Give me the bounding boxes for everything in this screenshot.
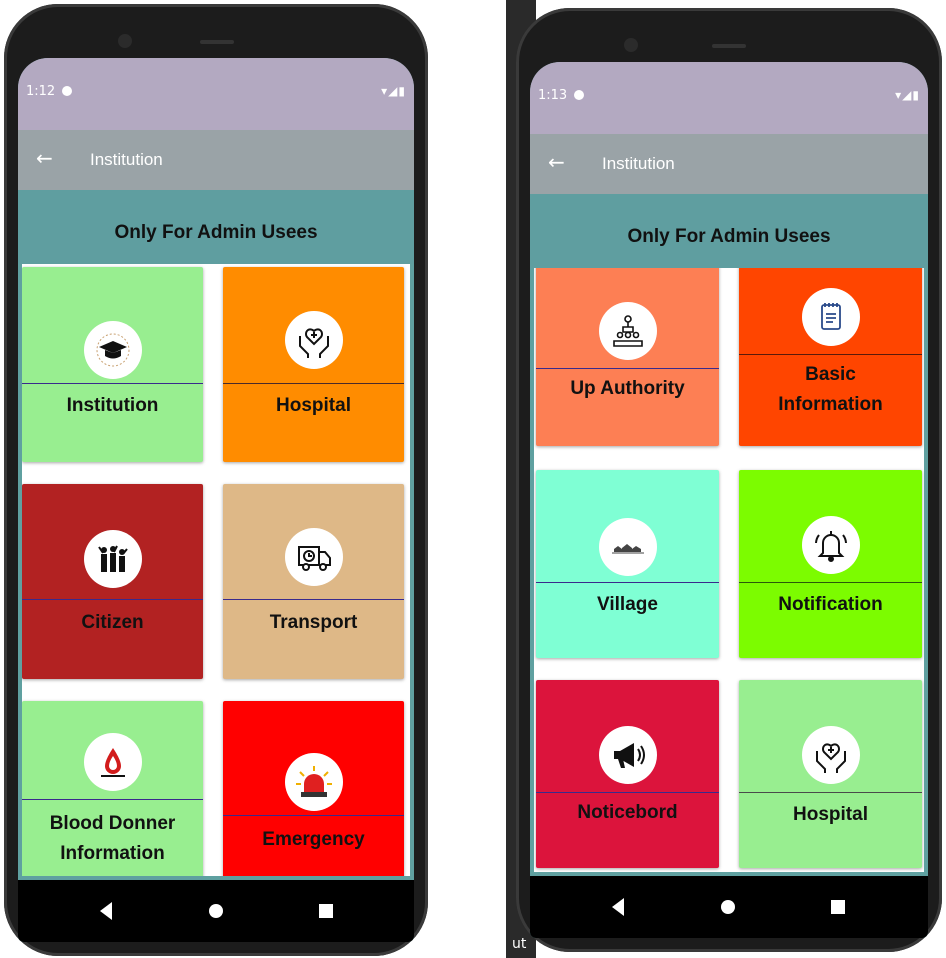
- card-basic-information[interactable]: Basic Information: [739, 268, 922, 446]
- card-divider: [22, 383, 203, 384]
- megaphone-icon: [598, 726, 657, 784]
- card-blood-donner-information[interactable]: Blood Donner Information: [22, 701, 203, 876]
- admin-banner-text: Only For Admin Usees: [114, 222, 318, 243]
- hands-medical-icon: [284, 311, 343, 369]
- card-village[interactable]: Village: [536, 470, 719, 658]
- card-transport[interactable]: Transport: [223, 484, 404, 679]
- card-notification[interactable]: Notification: [739, 470, 922, 658]
- card-noticebord[interactable]: Noticebord: [536, 680, 719, 868]
- status-time: 1:12: [26, 84, 56, 99]
- card-divider: [536, 368, 719, 369]
- nav-recents-icon[interactable]: [316, 901, 336, 921]
- system-nav-bar: [18, 880, 414, 942]
- siren-icon: [284, 753, 343, 811]
- card-divider: [536, 792, 719, 793]
- app-bar: ← Institution: [18, 130, 414, 190]
- app-bar: ← Institution: [530, 134, 928, 194]
- card-divider: [536, 582, 719, 583]
- card-institution[interactable]: Institution: [22, 267, 203, 462]
- admin-banner-text: Only For Admin Usees: [627, 226, 831, 247]
- phone-frame-left: 1:12 ▾◢▮ ← Institution Only For Admin Us…: [4, 4, 428, 956]
- card-divider: [223, 599, 404, 600]
- notification-dot-icon: [62, 86, 72, 96]
- status-icons: ▾◢▮: [895, 88, 920, 102]
- card-divider: [739, 354, 922, 355]
- nav-home-icon[interactable]: [718, 897, 738, 917]
- blood-drop-icon: [83, 733, 142, 791]
- nav-back-icon[interactable]: [96, 901, 116, 921]
- back-arrow-icon[interactable]: ←: [36, 146, 53, 170]
- screen-right: 1:13 ▾◢▮ ← Institution Only For Admin Us…: [530, 62, 928, 938]
- card-label: Citizen: [81, 612, 144, 633]
- card-label: Notification: [778, 594, 883, 615]
- card-label: Basic Information: [778, 364, 883, 415]
- village-icon: [598, 518, 657, 576]
- card-divider: [739, 582, 922, 583]
- notification-dot-icon: [574, 90, 584, 100]
- earpiece-speaker: [712, 44, 746, 48]
- admin-banner: Only For Admin Usees: [18, 190, 414, 264]
- card-label: Hospital: [276, 395, 351, 416]
- nav-back-icon[interactable]: [608, 897, 628, 917]
- hands-medical-icon: [801, 726, 860, 784]
- card-label: Noticebord: [577, 802, 678, 823]
- notepad-icon: [801, 288, 860, 346]
- status-time: 1:13: [538, 88, 568, 103]
- admin-banner: Only For Admin Usees: [530, 194, 928, 268]
- people-crowd-icon: [83, 530, 142, 588]
- card-label: Up Authority: [570, 378, 685, 399]
- authority-hierarchy-icon: [598, 302, 657, 360]
- menu-grid: Up Authority Basic Information Village N…: [534, 268, 924, 872]
- bell-icon: [801, 516, 860, 574]
- front-camera: [118, 34, 132, 48]
- card-divider: [22, 799, 203, 800]
- card-label: Blood Donner Information: [49, 813, 176, 864]
- card-emergency[interactable]: Emergency: [223, 701, 404, 876]
- front-camera: [624, 38, 638, 52]
- earpiece-speaker: [200, 40, 234, 44]
- status-icons: ▾◢▮: [381, 84, 406, 98]
- card-label: Transport: [269, 612, 358, 633]
- nav-home-icon[interactable]: [206, 901, 226, 921]
- card-label: Institution: [66, 395, 159, 416]
- card-label: Emergency: [262, 829, 365, 850]
- status-bar: 1:13 ▾◢▮: [530, 62, 928, 134]
- back-arrow-icon[interactable]: ←: [548, 150, 565, 174]
- delivery-truck-icon: [284, 528, 343, 586]
- system-nav-bar: [530, 876, 928, 938]
- app-bar-title: Institution: [90, 150, 163, 169]
- card-hospital[interactable]: Hospital: [223, 267, 404, 462]
- background-edge-text: ut: [512, 936, 527, 952]
- card-label: Hospital: [793, 804, 868, 825]
- menu-grid: Institution Hospital Citizen Transport B…: [22, 264, 410, 876]
- nav-recents-icon[interactable]: [828, 897, 848, 917]
- graduation-cap-icon: [83, 321, 142, 379]
- card-divider: [739, 792, 922, 793]
- card-up-authority[interactable]: Up Authority: [536, 268, 719, 446]
- card-citizen[interactable]: Citizen: [22, 484, 203, 679]
- screen-left: 1:12 ▾◢▮ ← Institution Only For Admin Us…: [18, 58, 414, 942]
- status-bar: 1:12 ▾◢▮: [18, 58, 414, 130]
- card-hospital[interactable]: Hospital: [739, 680, 922, 868]
- card-divider: [223, 815, 404, 816]
- card-divider: [22, 599, 203, 600]
- card-divider: [223, 383, 404, 384]
- phone-frame-right: 1:13 ▾◢▮ ← Institution Only For Admin Us…: [516, 8, 942, 952]
- card-label: Village: [597, 594, 658, 615]
- app-bar-title: Institution: [602, 154, 675, 173]
